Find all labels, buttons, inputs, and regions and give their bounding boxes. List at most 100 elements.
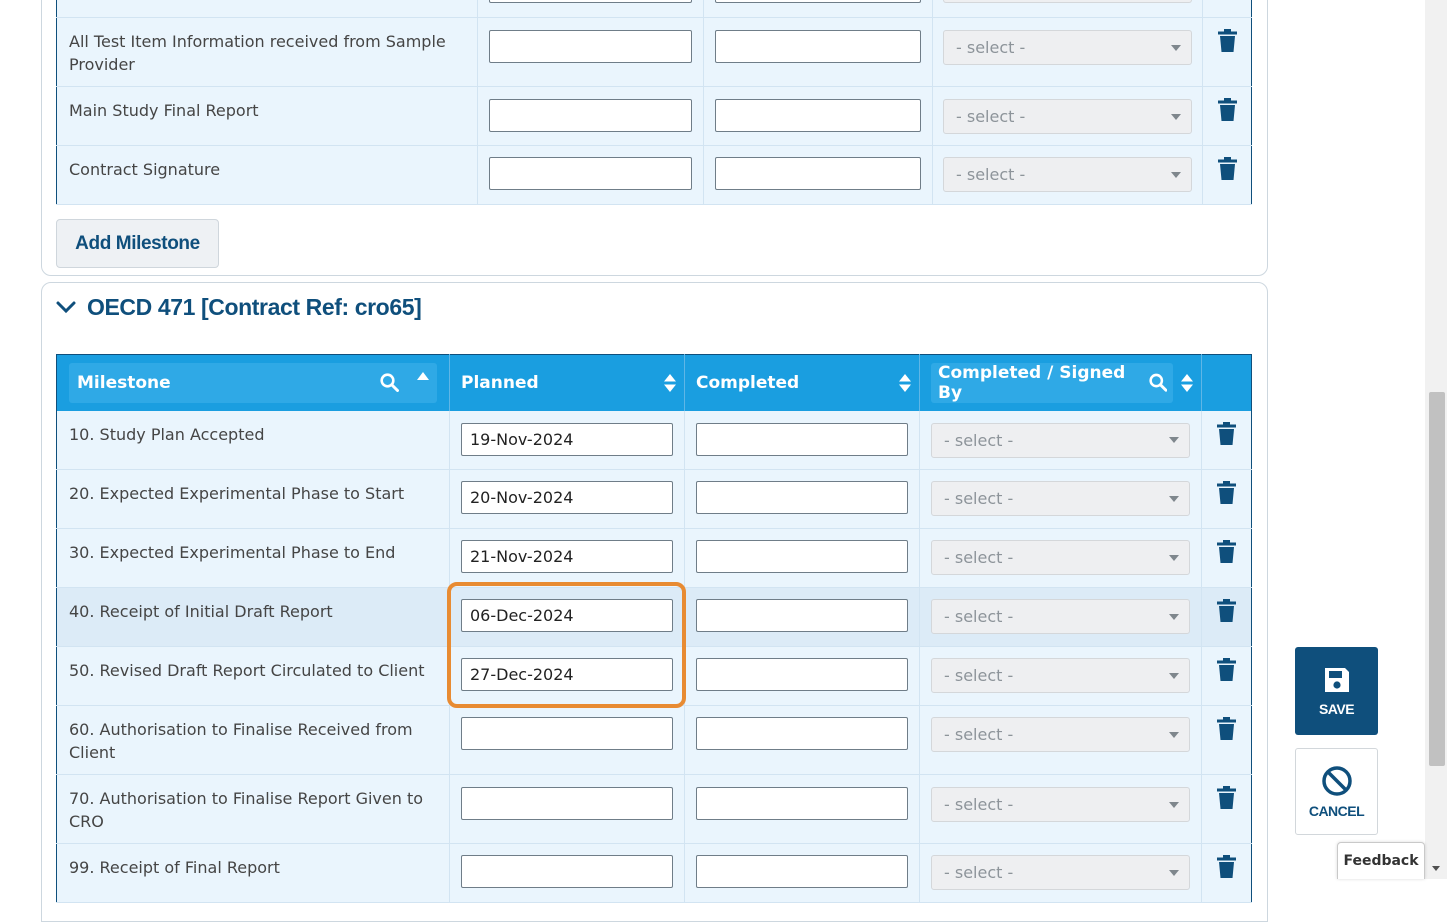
search-icon[interactable] — [380, 373, 399, 393]
planned-date-input[interactable]: 27-Dec-2024 — [461, 658, 673, 691]
completed-date-input[interactable] — [715, 157, 921, 190]
milestone-name: 70. Authorisation to Finalise Report Giv… — [69, 789, 424, 831]
planned-date-input[interactable] — [489, 30, 692, 63]
signed-by-select[interactable]: - select - — [931, 481, 1190, 516]
column-header-completed: Completed — [696, 372, 800, 393]
chevron-down-icon — [1171, 171, 1181, 178]
signed-by-header: Completed / Signed By — [920, 362, 1201, 403]
milestone-name: Main Study Final Report — [69, 101, 259, 120]
trash-icon[interactable] — [1217, 29, 1237, 52]
trash-icon[interactable] — [1217, 540, 1236, 563]
select-value: - select - — [944, 430, 1014, 450]
trash-icon[interactable] — [1217, 481, 1236, 504]
completed-date-input[interactable] — [715, 99, 921, 132]
trash-icon[interactable] — [1217, 786, 1236, 809]
chevron-down-icon — [56, 301, 76, 314]
select-value: - select - — [956, 107, 1026, 126]
sort-icon[interactable] — [664, 373, 676, 392]
signed-by-select[interactable]: - select - — [931, 717, 1190, 752]
completed-date-input[interactable] — [715, 0, 921, 3]
completed-date-input[interactable] — [696, 481, 908, 514]
scroll-down-arrow-icon[interactable] — [1430, 862, 1442, 874]
ban-icon — [1321, 765, 1352, 796]
sort-icon[interactable] — [899, 373, 911, 392]
planned-date-input[interactable]: 19-Nov-2024 — [461, 422, 673, 456]
feedback-button[interactable]: Feedback — [1337, 842, 1425, 879]
planned-date-input[interactable] — [489, 0, 692, 3]
signed-by-select[interactable] — [943, 0, 1192, 3]
milestone-name: All Test Item Information received from … — [69, 32, 446, 74]
completed-date-input[interactable] — [696, 855, 908, 888]
add-milestone-button[interactable]: Add Milestone — [56, 219, 219, 268]
select-value: - select - — [944, 607, 1014, 626]
cancel-button[interactable]: CANCEL — [1295, 748, 1378, 835]
signed-by-select[interactable]: - select - — [943, 157, 1192, 192]
milestone-name: 30. Expected Experimental Phase to End — [69, 543, 396, 562]
planned-date-input[interactable] — [461, 717, 673, 750]
signed-by-select[interactable]: - select - — [931, 422, 1190, 458]
save-label: SAVE — [1318, 701, 1355, 717]
planned-date-input[interactable]: 06-Dec-2024 — [461, 599, 673, 632]
chevron-down-icon — [1169, 437, 1179, 443]
column-header-planned: Planned — [461, 372, 539, 393]
completed-header: Completed — [685, 373, 919, 393]
cancel-label: CANCEL — [1308, 802, 1365, 819]
floppy-disk-icon — [1324, 668, 1349, 692]
chevron-down-icon — [1169, 554, 1179, 561]
previous-milestone-table: All Test Item Information received from … — [56, 0, 1252, 205]
signed-by-select[interactable]: - select - — [931, 855, 1190, 890]
sort-ascending-icon[interactable] — [417, 369, 429, 383]
planned-date-input[interactable] — [489, 157, 692, 190]
trash-icon[interactable] — [1217, 717, 1236, 740]
trash-icon[interactable] — [1217, 599, 1236, 622]
select-value: - select - — [956, 165, 1026, 184]
column-header-signed-by: Completed / Signed By — [938, 362, 1126, 403]
signed-by-select[interactable]: - select - — [931, 658, 1190, 693]
select-value: - select - — [944, 795, 1014, 814]
table-row: 50. Revised Draft Report Circulated to C… — [56, 646, 1252, 706]
signed-by-select[interactable]: - select - — [943, 99, 1192, 134]
completed-date-input[interactable] — [696, 422, 908, 456]
milestone-header: Milestone — [69, 362, 437, 403]
completed-date-input[interactable] — [696, 658, 908, 691]
completed-date-input[interactable] — [696, 599, 908, 632]
trash-icon[interactable] — [1217, 98, 1237, 121]
table-row: 20. Expected Experimental Phase to Start… — [56, 469, 1252, 529]
table-row: Contract Signature - select - — [56, 145, 1252, 205]
chevron-down-icon — [1169, 801, 1179, 808]
table-row — [56, 0, 1252, 18]
planned-date-input[interactable] — [461, 787, 673, 820]
chevron-down-icon — [1169, 869, 1179, 876]
trash-icon[interactable] — [1217, 421, 1236, 445]
signed-by-select[interactable]: - select - — [931, 540, 1190, 575]
signed-by-select[interactable]: - select - — [931, 787, 1190, 822]
table-row: 30. Expected Experimental Phase to End 2… — [56, 528, 1252, 588]
chevron-down-icon — [1169, 613, 1179, 620]
chevron-down-icon — [1169, 672, 1179, 679]
milestone-name: 20. Expected Experimental Phase to Start — [69, 484, 405, 503]
planned-date-input[interactable]: 20-Nov-2024 — [461, 481, 673, 514]
signed-by-select[interactable]: - select - — [931, 599, 1190, 634]
scrollbar-thumb[interactable] — [1429, 392, 1445, 766]
milestone-name: 60. Authorisation to Finalise Received f… — [69, 720, 413, 762]
sort-icon[interactable] — [1181, 373, 1193, 392]
completed-date-input[interactable] — [696, 787, 908, 820]
planned-date-input[interactable] — [461, 855, 673, 888]
section-toggle[interactable]: OECD 471 [Contract Ref: cro65] — [55, 292, 422, 322]
signed-by-select[interactable]: - select - — [943, 30, 1192, 65]
trash-icon[interactable] — [1217, 157, 1237, 180]
save-button[interactable]: SAVE — [1295, 647, 1378, 735]
trash-icon[interactable] — [1217, 855, 1236, 878]
table-row: Main Study Final Report - select - — [56, 86, 1252, 146]
table-row: All Test Item Information received from … — [56, 17, 1252, 87]
completed-date-input[interactable] — [696, 540, 908, 573]
trash-icon[interactable] — [1217, 658, 1236, 681]
completed-date-input[interactable] — [696, 717, 908, 750]
planned-date-input[interactable]: 21-Nov-2024 — [461, 540, 673, 573]
planned-date-input[interactable] — [489, 99, 692, 132]
milestone-name: 10. Study Plan Accepted — [69, 424, 265, 444]
table-row: 60. Authorisation to Finalise Received f… — [56, 705, 1252, 775]
table-header-row: Milestone Planned Completed Completed / … — [56, 354, 1252, 411]
completed-date-input[interactable] — [715, 30, 921, 63]
search-icon[interactable] — [1148, 373, 1167, 392]
